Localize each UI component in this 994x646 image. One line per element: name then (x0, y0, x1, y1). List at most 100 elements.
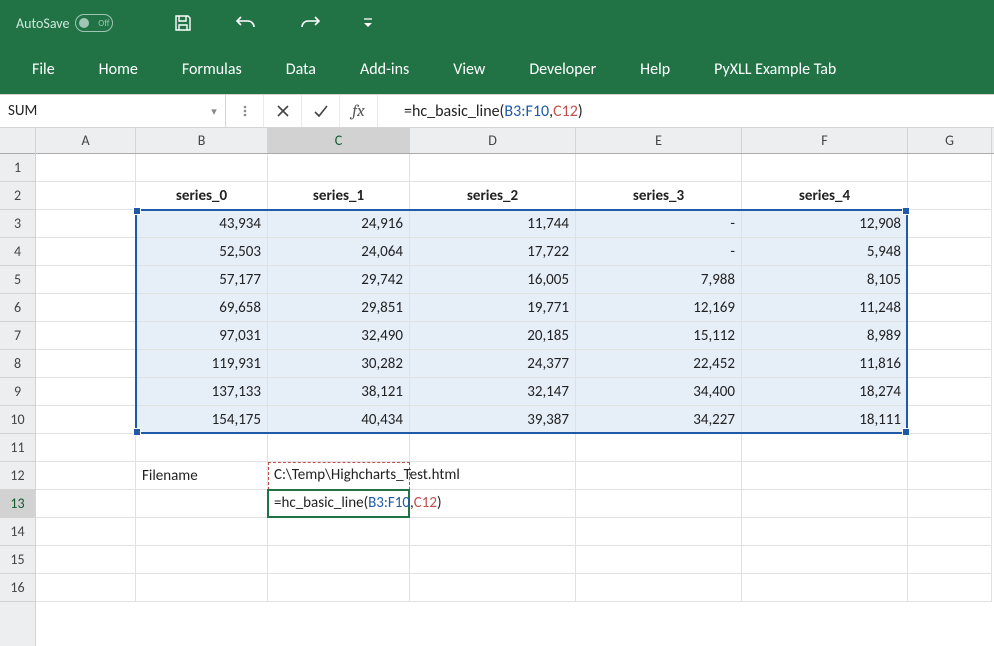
cancel-button[interactable] (264, 95, 302, 127)
cell[interactable]: 52,503 (136, 238, 268, 266)
cell[interactable] (36, 182, 136, 210)
autosave-control[interactable]: AutoSave Off (16, 14, 113, 32)
cell[interactable]: - (576, 238, 742, 266)
cell[interactable] (908, 154, 992, 182)
enter-button[interactable] (302, 95, 340, 127)
row-header[interactable]: 6 (0, 294, 35, 322)
cell[interactable] (742, 518, 908, 546)
cell[interactable]: 24,377 (410, 350, 576, 378)
col-header[interactable]: F (742, 128, 908, 153)
cell[interactable]: series_4 (742, 182, 908, 210)
cell[interactable]: 22,452 (576, 350, 742, 378)
cell[interactable]: 11,248 (742, 294, 908, 322)
cell[interactable] (576, 154, 742, 182)
tab-view[interactable]: View (431, 46, 507, 94)
cell[interactable]: 12,169 (576, 294, 742, 322)
col-header[interactable]: E (576, 128, 742, 153)
formula-bar-expand-icon[interactable] (226, 95, 264, 127)
cell[interactable] (136, 490, 268, 518)
row-header[interactable]: 13 (0, 490, 35, 518)
cell[interactable] (410, 546, 576, 574)
cell[interactable]: 24,916 (268, 210, 410, 238)
tab-addins[interactable]: Add-ins (338, 46, 431, 94)
cell[interactable] (908, 266, 992, 294)
cell[interactable] (136, 154, 268, 182)
cell[interactable]: 15,112 (576, 322, 742, 350)
cell[interactable]: 8,105 (742, 266, 908, 294)
formula-input[interactable]: =hc_basic_line(B3:F10,C12) (378, 95, 994, 127)
tab-developer[interactable]: Developer (507, 46, 618, 94)
tab-home[interactable]: Home (77, 46, 160, 94)
cell[interactable] (36, 518, 136, 546)
cell[interactable]: 34,400 (576, 378, 742, 406)
tab-data[interactable]: Data (264, 46, 338, 94)
cell-filename-value[interactable] (268, 462, 410, 490)
row-header[interactable]: 3 (0, 210, 35, 238)
cell[interactable] (908, 350, 992, 378)
cell[interactable]: - (576, 210, 742, 238)
cell[interactable] (742, 546, 908, 574)
cell[interactable] (36, 406, 136, 434)
row-header[interactable]: 2 (0, 182, 35, 210)
cell[interactable] (36, 238, 136, 266)
col-header[interactable]: D (410, 128, 576, 153)
cell[interactable]: 18,111 (742, 406, 908, 434)
cell[interactable] (268, 518, 410, 546)
cell[interactable]: 20,185 (410, 322, 576, 350)
cell[interactable]: 29,742 (268, 266, 410, 294)
undo-icon[interactable] (235, 13, 257, 33)
cell[interactable]: 8,989 (742, 322, 908, 350)
cell[interactable]: 38,121 (268, 378, 410, 406)
autosave-toggle[interactable]: Off (75, 14, 113, 32)
cell[interactable] (908, 518, 992, 546)
row-header[interactable]: 4 (0, 238, 35, 266)
cell[interactable]: 39,387 (410, 406, 576, 434)
customize-qat-icon[interactable] (363, 16, 373, 30)
row-header[interactable]: 14 (0, 518, 35, 546)
cell[interactable]: series_3 (576, 182, 742, 210)
select-all-corner[interactable] (0, 128, 35, 154)
cell[interactable]: 32,147 (410, 378, 576, 406)
cell[interactable]: 40,434 (268, 406, 410, 434)
cell[interactable]: 69,658 (136, 294, 268, 322)
cell[interactable] (410, 518, 576, 546)
cell-editing[interactable] (268, 490, 410, 518)
row-header[interactable]: 8 (0, 350, 35, 378)
cell[interactable] (268, 574, 410, 602)
cell[interactable] (742, 574, 908, 602)
cell[interactable] (742, 434, 908, 462)
cell[interactable]: 57,177 (136, 266, 268, 294)
cell[interactable] (36, 546, 136, 574)
col-header[interactable]: G (908, 128, 992, 153)
cell[interactable] (36, 434, 136, 462)
cell[interactable] (908, 238, 992, 266)
cell[interactable] (576, 518, 742, 546)
tab-pyxll[interactable]: PyXLL Example Tab (692, 46, 858, 94)
cell[interactable] (908, 294, 992, 322)
cell[interactable] (36, 490, 136, 518)
cell[interactable] (410, 490, 576, 518)
cell[interactable]: 43,934 (136, 210, 268, 238)
cell[interactable] (36, 294, 136, 322)
cell[interactable] (742, 462, 908, 490)
cell[interactable]: 34,227 (576, 406, 742, 434)
cell[interactable] (908, 574, 992, 602)
cell[interactable] (268, 154, 410, 182)
cell[interactable]: 17,722 (410, 238, 576, 266)
cell[interactable] (268, 434, 410, 462)
cell[interactable]: 24,064 (268, 238, 410, 266)
row-header[interactable]: 15 (0, 546, 35, 574)
cell[interactable] (908, 322, 992, 350)
cell[interactable] (410, 462, 576, 490)
cell[interactable]: 29,851 (268, 294, 410, 322)
cell[interactable] (908, 378, 992, 406)
tab-help[interactable]: Help (618, 46, 692, 94)
row-header[interactable]: 5 (0, 266, 35, 294)
cell-filename-label[interactable]: Filename (136, 462, 268, 490)
cell[interactable]: 119,931 (136, 350, 268, 378)
cell[interactable] (36, 378, 136, 406)
chevron-down-icon[interactable]: ▾ (203, 105, 225, 118)
cell[interactable] (576, 546, 742, 574)
cell[interactable] (742, 154, 908, 182)
cell[interactable] (36, 322, 136, 350)
